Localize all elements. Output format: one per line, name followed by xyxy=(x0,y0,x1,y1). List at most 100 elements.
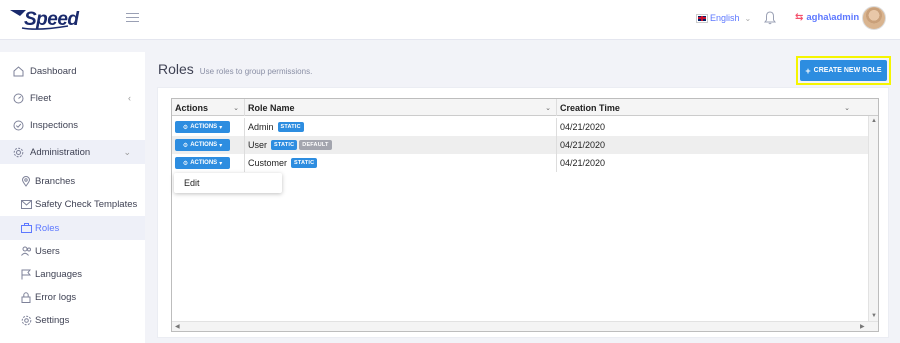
page-subtitle: Use roles to group permissions. xyxy=(199,67,313,76)
actions-cell: ⚙ ACTIONS ▾ xyxy=(172,118,245,136)
scroll-up-icon[interactable]: ▲ xyxy=(871,118,877,124)
map-pin-icon xyxy=(20,175,32,187)
static-badge: STATIC xyxy=(277,122,304,132)
creation-time-cell: 04/21/2020 xyxy=(557,136,868,154)
top-bar: Speed English ⌄ ⇆ agha\admin xyxy=(0,0,900,40)
role-name: Customer xyxy=(248,158,288,168)
actions-label: ACTIONS xyxy=(190,160,218,166)
menu-toggle-icon[interactable] xyxy=(126,13,139,23)
scroll-left-icon[interactable]: ◀ xyxy=(175,323,180,330)
username: agha\admin xyxy=(806,12,860,23)
role-name-cell: Admin STATIC xyxy=(245,118,557,136)
scroll-down-icon[interactable]: ▼ xyxy=(871,313,877,319)
sidebar-item-label: Settings xyxy=(35,314,70,326)
page-title: Roles xyxy=(158,61,194,77)
sidebar-item-safety-check-templates[interactable]: Safety Check Templates xyxy=(0,192,145,216)
chevron-down-icon: ⌄ xyxy=(744,13,752,23)
table-row: ⚙ ACTIONS ▾ User STATIC DEFAULT 04/21/20… xyxy=(172,136,868,154)
briefcase-icon xyxy=(20,222,32,234)
creation-time-cell: 04/21/2020 xyxy=(557,118,868,136)
sidebar-item-label: Fleet xyxy=(30,92,52,104)
chevron-down-icon: ⌄ xyxy=(844,104,850,112)
sidebar-item-languages[interactable]: Languages xyxy=(0,262,145,286)
roles-card: Actions ⌄ Role Name ⌄ Creation Time ⌄ ⚙ … xyxy=(157,87,889,338)
sidebar-item-label: Users xyxy=(35,245,60,257)
column-header-role-name[interactable]: Role Name ⌄ xyxy=(245,99,557,116)
creation-time: 04/21/2020 xyxy=(560,158,606,168)
share-icon: ⇆ xyxy=(795,12,804,23)
creation-time: 04/21/2020 xyxy=(560,122,606,132)
speedometer-icon xyxy=(12,92,24,104)
user-menu[interactable]: ⇆ agha\admin xyxy=(795,12,859,23)
page-header: Roles Use roles to group permissions. xyxy=(158,61,312,77)
default-badge: DEFAULT xyxy=(299,140,332,150)
avatar[interactable] xyxy=(862,6,886,30)
gear-icon xyxy=(12,146,24,158)
column-header-label: Role Name xyxy=(248,102,295,113)
sidebar-item-users[interactable]: Users xyxy=(0,239,145,263)
actions-cell: ⚙ ACTIONS ▾ xyxy=(172,154,245,172)
sidebar-item-label: Error logs xyxy=(35,291,77,303)
role-name: User xyxy=(248,140,268,150)
chevron-down-icon: ⌄ xyxy=(233,104,239,112)
sidebar-item-roles[interactable]: Roles xyxy=(0,216,145,240)
sidebar-item-error-logs[interactable]: Error logs xyxy=(0,285,145,309)
plus-icon: + xyxy=(805,65,811,76)
home-icon xyxy=(12,65,24,77)
sidebar-item-branches[interactable]: Branches xyxy=(0,169,145,193)
sidebar-item-label: Safety Check Templates xyxy=(35,198,138,210)
table-row: ⚙ ACTIONS ▾ Admin STATIC 04/21/2020 xyxy=(172,118,868,136)
gear-icon: ⚙ xyxy=(182,160,189,167)
actions-label: ACTIONS xyxy=(190,124,218,130)
chevron-left-icon: ‹ xyxy=(128,93,131,103)
menu-item-label: Edit xyxy=(184,178,200,188)
column-header-actions[interactable]: Actions ⌄ xyxy=(172,99,245,116)
logo-text: Speed xyxy=(24,9,79,30)
actions-button[interactable]: ⚙ ACTIONS ▾ xyxy=(175,121,230,133)
creation-time: 04/21/2020 xyxy=(560,140,606,150)
column-header-label: Creation Time xyxy=(560,102,620,113)
chevron-down-icon: ⌄ xyxy=(123,146,131,157)
role-name-cell: Customer STATIC xyxy=(245,154,557,172)
envelope-icon xyxy=(20,198,32,210)
column-header-creation-time[interactable]: Creation Time ⌄ xyxy=(557,99,855,116)
role-name-cell: User STATIC DEFAULT xyxy=(245,136,557,154)
chevron-down-icon: ⌄ xyxy=(545,104,551,112)
flag-icon xyxy=(20,268,32,280)
bell-icon[interactable] xyxy=(764,11,776,25)
cog-icon xyxy=(20,314,32,326)
sidebar-item-fleet[interactable]: Fleet ‹ xyxy=(0,86,145,110)
sidebar-item-label: Branches xyxy=(35,175,76,187)
actions-button[interactable]: ⚙ ACTIONS ▾ xyxy=(175,157,230,169)
vertical-scrollbar[interactable]: ▲ ▼ xyxy=(868,116,878,321)
caret-down-icon: ▾ xyxy=(219,160,223,167)
column-header-label: Actions xyxy=(175,102,209,113)
create-new-role-button[interactable]: + CREATE NEW ROLE xyxy=(800,60,887,81)
static-badge: STATIC xyxy=(291,158,318,168)
caret-down-icon: ▾ xyxy=(219,142,223,149)
caret-down-icon: ▾ xyxy=(219,124,223,131)
sidebar-item-administration[interactable]: Administration ⌄ xyxy=(0,140,145,164)
static-badge: STATIC xyxy=(271,140,298,150)
app-logo[interactable]: Speed xyxy=(8,6,79,34)
horizontal-scrollbar[interactable]: ◀ ▶ xyxy=(172,321,878,331)
sidebar-item-label: Roles xyxy=(35,222,60,234)
menu-item-edit[interactable]: Edit xyxy=(174,173,282,193)
actions-dropdown-menu: Edit xyxy=(174,173,282,193)
create-new-role-label: CREATE NEW ROLE xyxy=(813,67,882,74)
creation-time-cell: 04/21/2020 xyxy=(557,154,868,172)
lock-icon xyxy=(20,291,32,303)
check-circle-icon xyxy=(12,119,24,131)
grid-header: Actions ⌄ Role Name ⌄ Creation Time ⌄ xyxy=(172,99,878,116)
language-label: English xyxy=(710,13,740,23)
gear-icon: ⚙ xyxy=(182,142,189,149)
users-icon xyxy=(20,245,32,257)
sidebar-item-inspections[interactable]: Inspections xyxy=(0,113,145,137)
language-selector[interactable]: English ⌄ xyxy=(696,13,752,23)
sidebar-item-dashboard[interactable]: Dashboard xyxy=(0,59,145,83)
sidebar-item-settings[interactable]: Settings xyxy=(0,308,145,332)
actions-button[interactable]: ⚙ ACTIONS ▾ xyxy=(175,139,230,151)
scroll-right-icon[interactable]: ▶ xyxy=(860,323,865,330)
create-role-highlight: + CREATE NEW ROLE xyxy=(796,56,891,85)
roles-grid: Actions ⌄ Role Name ⌄ Creation Time ⌄ ⚙ … xyxy=(171,98,879,332)
